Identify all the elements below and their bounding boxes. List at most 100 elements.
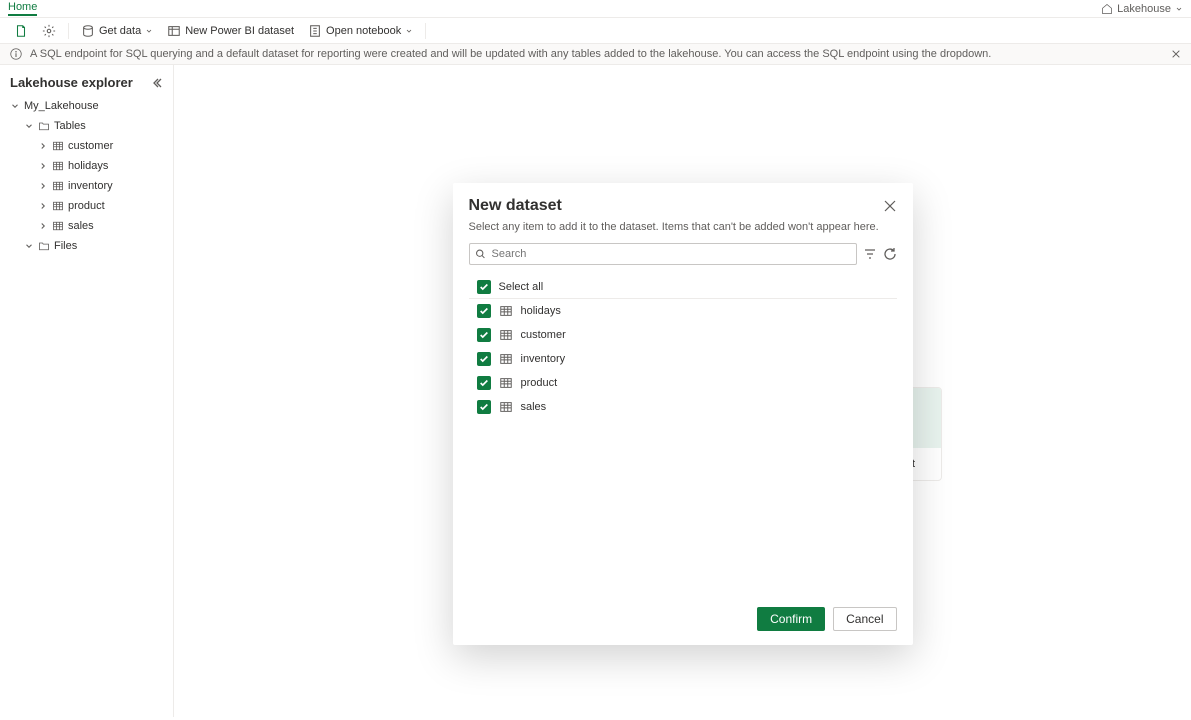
table-icon (499, 376, 513, 390)
tree-table-item[interactable]: holidays (0, 156, 173, 176)
search-input[interactable] (469, 243, 857, 265)
item-list: Select all holidays customer inventory prod… (469, 275, 897, 597)
tree-table-item[interactable]: product (0, 196, 173, 216)
close-icon (1171, 49, 1181, 59)
table-name: holidays (68, 160, 108, 172)
tree-table-item[interactable]: sales (0, 216, 173, 236)
banner-text: A SQL endpoint for SQL querying and a de… (30, 48, 991, 60)
notebook-icon (308, 24, 322, 38)
lakehouse-icon (1101, 3, 1113, 15)
table-icon (52, 200, 64, 212)
dataset-item-row[interactable]: holidays (469, 299, 897, 323)
files-label: Files (54, 240, 77, 252)
workspace-type-label: Lakehouse (1117, 3, 1171, 15)
table-icon (499, 304, 513, 318)
chevron-right-icon (38, 181, 48, 191)
item-checkbox[interactable] (477, 376, 491, 390)
open-notebook-button[interactable]: Open notebook (304, 22, 417, 40)
folder-icon (38, 120, 50, 132)
search-icon (475, 249, 486, 260)
item-name: holidays (521, 305, 561, 317)
tree-root[interactable]: My_Lakehouse (0, 96, 173, 116)
chevron-right-icon (38, 141, 48, 151)
table-icon (52, 160, 64, 172)
root-label: My_Lakehouse (24, 100, 99, 112)
new-powerbi-dataset-button[interactable]: New Power BI dataset (163, 22, 298, 40)
modal-title: New dataset (469, 197, 562, 215)
select-all-row[interactable]: Select all (469, 275, 897, 299)
settings-button[interactable] (38, 22, 60, 40)
item-checkbox[interactable] (477, 400, 491, 414)
new-dataset-modal: New dataset Select any item to add it to… (453, 183, 913, 645)
new-dataset-label: New Power BI dataset (185, 25, 294, 37)
item-checkbox[interactable] (477, 328, 491, 342)
dataset-icon (167, 24, 181, 38)
dataset-item-row[interactable]: sales (469, 395, 897, 419)
chevron-right-icon (38, 221, 48, 231)
info-banner: A SQL endpoint for SQL querying and a de… (0, 44, 1191, 65)
get-data-button[interactable]: Get data (77, 22, 157, 40)
modal-description: Select any item to add it to the dataset… (469, 221, 897, 233)
item-checkbox[interactable] (477, 352, 491, 366)
lakehouse-explorer-panel: Lakehouse explorer My_Lakehouse Tables c… (0, 65, 174, 717)
dataset-item-row[interactable]: inventory (469, 347, 897, 371)
item-name: product (521, 377, 558, 389)
chevron-down-icon (24, 121, 34, 131)
database-icon (81, 24, 95, 38)
toolbar-separator (425, 23, 426, 39)
close-banner-button[interactable] (1171, 49, 1181, 59)
chevron-right-icon (38, 161, 48, 171)
breadcrumb-bar: Home Lakehouse (0, 0, 1191, 18)
select-all-label: Select all (499, 281, 544, 293)
workspace-indicator[interactable]: Lakehouse (1101, 3, 1183, 15)
table-name: inventory (68, 180, 113, 192)
filter-button[interactable] (863, 247, 877, 261)
table-name: sales (68, 220, 94, 232)
table-name: product (68, 200, 105, 212)
chevron-down-icon (145, 27, 153, 35)
table-name: customer (68, 140, 113, 152)
chevron-down-icon (10, 101, 20, 111)
chevron-right-icon (38, 201, 48, 211)
table-icon (52, 180, 64, 192)
new-file-button[interactable] (10, 22, 32, 40)
modal-backdrop: New dataset Select any item to add it to… (174, 65, 1191, 717)
chevron-down-icon (24, 241, 34, 251)
tree-table-item[interactable]: inventory (0, 176, 173, 196)
item-name: inventory (521, 353, 566, 365)
collapse-panel-button[interactable] (151, 77, 163, 89)
tree-table-item[interactable]: customer (0, 136, 173, 156)
dataset-item-row[interactable]: customer (469, 323, 897, 347)
home-tab[interactable]: Home (8, 1, 37, 16)
open-notebook-label: Open notebook (326, 25, 401, 37)
toolbar-separator (68, 23, 69, 39)
dataset-item-row[interactable]: product (469, 371, 897, 395)
tree-files-node[interactable]: Files (0, 236, 173, 256)
modal-close-button[interactable] (883, 199, 897, 213)
toolbar: Get data New Power BI dataset Open noteb… (0, 18, 1191, 44)
chevron-down-icon (405, 27, 413, 35)
main-area: Lakehouse explorer My_Lakehouse Tables c… (0, 65, 1191, 717)
search-input-wrap (469, 243, 857, 265)
info-icon (10, 48, 22, 60)
select-all-checkbox[interactable] (477, 280, 491, 294)
item-name: sales (521, 401, 547, 413)
new-file-icon (14, 24, 28, 38)
item-name: customer (521, 329, 566, 341)
refresh-button[interactable] (883, 247, 897, 261)
gear-icon (42, 24, 56, 38)
tables-label: Tables (54, 120, 86, 132)
confirm-button[interactable]: Confirm (757, 607, 825, 631)
table-icon (52, 220, 64, 232)
sidebar-title: Lakehouse explorer (10, 75, 133, 90)
table-icon (52, 140, 64, 152)
chevron-down-icon (1175, 5, 1183, 13)
tree: My_Lakehouse Tables customer holidays inve… (0, 96, 173, 256)
get-data-label: Get data (99, 25, 141, 37)
folder-icon (38, 240, 50, 252)
table-icon (499, 400, 513, 414)
cancel-button[interactable]: Cancel (833, 607, 896, 631)
item-checkbox[interactable] (477, 304, 491, 318)
table-icon (499, 328, 513, 342)
tree-tables-node[interactable]: Tables (0, 116, 173, 136)
